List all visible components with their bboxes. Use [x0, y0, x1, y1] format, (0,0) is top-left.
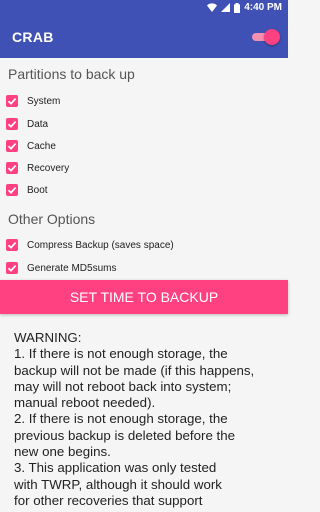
warning-line: backup will not be made (if this happens… — [14, 362, 255, 378]
wifi-icon — [207, 3, 218, 12]
other-options-section-title: Other Options — [8, 211, 96, 227]
check-icon — [7, 143, 17, 150]
checkbox-boot[interactable] — [6, 184, 18, 196]
check-icon — [7, 265, 17, 272]
warning-line: for other recoveries that support — [14, 492, 203, 508]
set-time-to-backup-button[interactable]: SET TIME TO BACKUP — [0, 280, 288, 314]
option-md5-label: Generate MD5sums — [27, 262, 117, 274]
partition-cache-label: Cache — [27, 140, 56, 152]
status-time: 4:40 PM — [244, 2, 282, 13]
check-icon — [7, 121, 17, 128]
partition-cache-row[interactable]: Cache — [6, 137, 56, 155]
partition-boot-label: Boot — [27, 184, 48, 196]
check-icon — [7, 165, 17, 172]
switch-thumb — [264, 29, 280, 45]
master-toggle-switch[interactable] — [252, 29, 280, 45]
option-compress-label: Compress Backup (saves space) — [27, 239, 174, 251]
warning-line: new one begins. — [14, 444, 111, 460]
app-title: CRAB — [12, 29, 54, 45]
warning-line: manual reboot needed). — [14, 395, 156, 411]
warning-line: previous backup is deleted before the — [14, 427, 236, 443]
check-icon — [7, 187, 17, 194]
app-bar: CRAB — [0, 16, 288, 58]
partition-boot-row[interactable]: Boot — [6, 181, 48, 199]
warning-line: 3. This application was only tested — [14, 460, 217, 476]
checkbox-system[interactable] — [6, 95, 18, 107]
checkbox-compress-backup[interactable] — [6, 239, 18, 251]
warning-line: with TWRP, although it should work — [14, 476, 222, 492]
checkbox-recovery[interactable] — [6, 162, 18, 174]
warning-line: WARNING: — [14, 330, 82, 345]
warning-line: 2. If there is not enough storage, the — [14, 411, 228, 427]
check-icon — [7, 242, 17, 249]
warning-text: WARNING: 1. If there is not enough stora… — [14, 330, 284, 509]
cell-signal-icon — [221, 3, 231, 12]
partition-system-row[interactable]: System — [6, 92, 60, 110]
check-icon — [7, 98, 17, 105]
warning-line: may will not reboot back into system; — [14, 378, 232, 394]
battery-icon — [234, 2, 241, 13]
partition-data-label: Data — [27, 118, 49, 130]
partition-data-row[interactable]: Data — [6, 115, 48, 133]
clock-suffix: PM — [267, 2, 282, 13]
checkbox-data[interactable] — [6, 118, 18, 130]
checkbox-cache[interactable] — [6, 140, 18, 152]
checkbox-generate-md5[interactable] — [6, 262, 18, 274]
partitions-section-title: Partitions to back up — [8, 66, 135, 82]
partition-system-label: System — [27, 95, 61, 107]
status-icons: 4:40 PM — [207, 2, 282, 13]
partition-recovery-row[interactable]: Recovery — [6, 159, 69, 177]
option-compress-row[interactable]: Compress Backup (saves space) — [6, 236, 174, 254]
clock-time: 4:40 — [244, 2, 265, 13]
partition-recovery-label: Recovery — [27, 162, 70, 174]
warning-line: 1. If there is not enough storage, the — [14, 346, 228, 362]
option-md5-row[interactable]: Generate MD5sums — [6, 259, 116, 277]
status-bar: 4:40 PM — [0, 0, 288, 16]
